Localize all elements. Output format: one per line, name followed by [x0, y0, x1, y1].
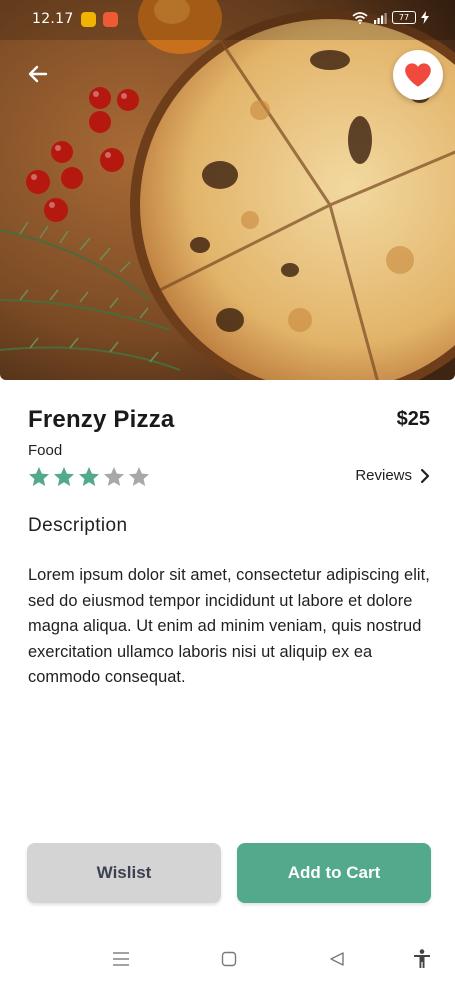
status-indicators: 77: [352, 11, 429, 24]
heart-icon: [405, 63, 431, 87]
charging-icon: [421, 11, 429, 24]
nav-back-button[interactable]: [325, 947, 349, 971]
favorite-button[interactable]: [393, 50, 443, 100]
system-nav-bar: [0, 935, 455, 983]
wishlist-button[interactable]: Wislist: [27, 843, 221, 903]
star-filled-icon: [79, 467, 99, 486]
wifi-icon: [352, 11, 368, 24]
nav-home-button[interactable]: [217, 947, 241, 971]
square-icon: [221, 951, 237, 967]
triangle-back-icon: [330, 952, 344, 966]
shield-notification-icon: [81, 12, 96, 27]
product-price: $25: [396, 408, 430, 430]
description-heading: Description: [28, 515, 128, 536]
status-time: 12.17: [32, 11, 74, 27]
reviews-label: Reviews: [355, 467, 412, 484]
menu-icon: [113, 952, 129, 966]
star-empty-icon: [129, 467, 149, 486]
add-to-cart-button[interactable]: Add to Cart: [237, 843, 431, 903]
signal-icon: [374, 12, 387, 24]
star-filled-icon: [54, 467, 74, 486]
battery-icon: 77: [392, 11, 416, 24]
back-button[interactable]: [20, 56, 56, 92]
product-image: [0, 0, 455, 380]
description-text: Lorem ipsum dolor sit amet, consectetur …: [28, 566, 430, 686]
star-empty-icon: [104, 467, 124, 486]
chevron-right-icon: [420, 468, 430, 483]
status-bar: 12.17 77: [0, 0, 455, 38]
star-filled-icon: [29, 467, 49, 486]
nav-menu-button[interactable]: [109, 947, 133, 971]
app-notification-icon: [103, 12, 118, 27]
product-detail-screen: 12.17 77 Frenzy Pizza $25 Food Reviews D…: [0, 0, 455, 983]
nav-accessibility-button[interactable]: [410, 947, 434, 971]
star-rating: [27, 465, 151, 489]
product-category: Food: [28, 442, 63, 459]
reviews-link[interactable]: Reviews: [355, 467, 430, 484]
accessibility-icon: [414, 949, 430, 968]
arrow-left-icon: [28, 65, 48, 83]
pizza-photo: [0, 0, 455, 380]
product-name: Frenzy Pizza: [28, 406, 175, 433]
